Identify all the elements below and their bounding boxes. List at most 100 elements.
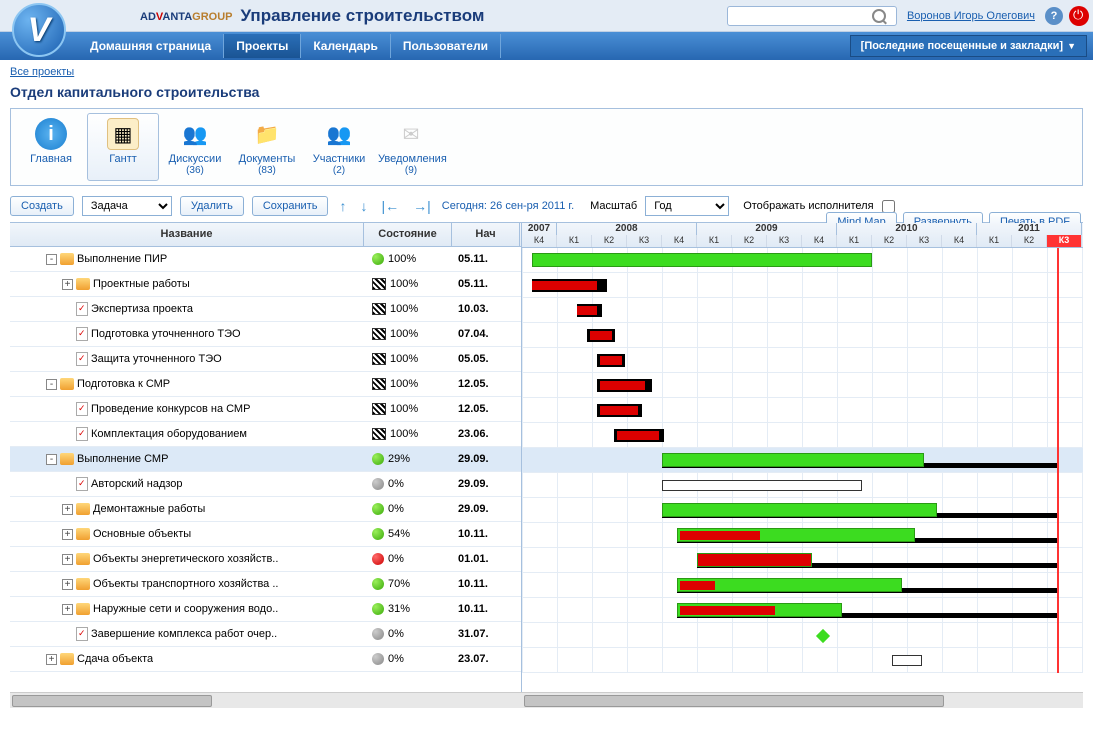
quarter-header: К3 bbox=[767, 235, 802, 247]
toggle-icon[interactable]: + bbox=[62, 529, 73, 540]
task-name: Наружные сети и сооружения водо.. bbox=[93, 603, 278, 615]
year-header: 2011 bbox=[977, 223, 1082, 235]
toggle-icon[interactable]: + bbox=[62, 579, 73, 590]
task-row[interactable]: +Объекты энергетического хозяйств.. 0% 0… bbox=[10, 547, 521, 572]
col-state[interactable]: Состояние bbox=[364, 223, 452, 246]
toggle-icon[interactable]: + bbox=[62, 554, 73, 565]
task-row[interactable]: Подготовка уточненного ТЭО 100% 07.04. bbox=[10, 322, 521, 347]
toggle-icon[interactable]: + bbox=[46, 654, 57, 665]
task-row[interactable]: -Подготовка к СМР 100% 12.05. bbox=[10, 372, 521, 397]
search-icon[interactable] bbox=[872, 9, 886, 23]
gantt-row[interactable] bbox=[522, 548, 1083, 573]
col-name[interactable]: Название bbox=[10, 223, 364, 246]
gantt-bar[interactable] bbox=[697, 553, 812, 567]
save-button[interactable]: Сохранить bbox=[252, 196, 329, 216]
task-row[interactable]: Защита уточненного ТЭО 100% 05.05. bbox=[10, 347, 521, 372]
user-link[interactable]: Воронов Игорь Олегович bbox=[907, 10, 1035, 22]
quarter-header: К1 bbox=[837, 235, 872, 247]
task-row[interactable]: +Сдача объекта 0% 23.07. bbox=[10, 647, 521, 672]
toggle-icon[interactable]: + bbox=[62, 604, 73, 615]
tab-gantt[interactable]: ▦ Гантт bbox=[87, 113, 159, 181]
move-down-icon[interactable]: ↓ bbox=[357, 198, 370, 214]
app-logo[interactable]: V bbox=[12, 3, 66, 57]
gantt-milestone[interactable] bbox=[816, 629, 830, 643]
left-scrollbar[interactable] bbox=[10, 692, 522, 708]
toggle-icon[interactable]: + bbox=[62, 504, 73, 515]
document-icon bbox=[76, 352, 88, 366]
tab-members[interactable]: 👥 Участники (2) bbox=[303, 113, 375, 181]
gantt-row[interactable] bbox=[522, 573, 1083, 598]
nav-home[interactable]: Домашняя страница bbox=[78, 34, 224, 58]
gantt-row[interactable] bbox=[522, 373, 1083, 398]
gantt-row[interactable] bbox=[522, 473, 1083, 498]
gantt-row[interactable] bbox=[522, 648, 1083, 673]
gantt-progress bbox=[532, 281, 597, 290]
nav-calendar[interactable]: Календарь bbox=[301, 34, 391, 58]
nav-users[interactable]: Пользователи bbox=[391, 34, 501, 58]
gantt-row[interactable] bbox=[522, 273, 1083, 298]
gantt-row[interactable] bbox=[522, 398, 1083, 423]
gantt-row[interactable] bbox=[522, 423, 1083, 448]
task-row[interactable]: Завершение комплекса работ очер.. 0% 31.… bbox=[10, 622, 521, 647]
gantt-bar[interactable] bbox=[662, 453, 924, 467]
gantt-bar[interactable] bbox=[532, 253, 872, 267]
task-row[interactable]: Экспертиза проекта 100% 10.03. bbox=[10, 297, 521, 322]
move-up-icon[interactable]: ↑ bbox=[336, 198, 349, 214]
gantt-bar[interactable] bbox=[892, 655, 922, 666]
tab-notifications[interactable]: ✉ Уведомления (9) bbox=[375, 113, 447, 181]
task-row[interactable]: -Выполнение СМР 29% 29.09. bbox=[10, 447, 521, 472]
nav-projects[interactable]: Проекты bbox=[224, 34, 301, 58]
gantt-row[interactable] bbox=[522, 498, 1083, 523]
search-input[interactable] bbox=[732, 10, 872, 22]
task-row[interactable]: +Основные объекты 54% 10.11. bbox=[10, 522, 521, 547]
today-label[interactable]: Сегодня: 26 сен-ря 2011 г. bbox=[442, 200, 574, 212]
gantt-row[interactable] bbox=[522, 523, 1083, 548]
toggle-icon[interactable]: + bbox=[62, 279, 73, 290]
outdent-icon[interactable]: |← bbox=[378, 198, 402, 214]
search-box[interactable] bbox=[727, 6, 897, 26]
breadcrumb[interactable]: Все проекты bbox=[10, 66, 74, 78]
gantt-row[interactable] bbox=[522, 323, 1083, 348]
task-row[interactable]: +Наружные сети и сооружения водо.. 31% 1… bbox=[10, 597, 521, 622]
status-bullet bbox=[372, 628, 384, 640]
gantt-progress bbox=[617, 431, 659, 440]
task-row[interactable]: Комплектация оборудованием 100% 23.06. bbox=[10, 422, 521, 447]
gantt-bar[interactable] bbox=[662, 503, 937, 517]
gantt-row[interactable] bbox=[522, 448, 1083, 473]
delete-button[interactable]: Удалить bbox=[180, 196, 244, 216]
quarter-header: К3 bbox=[1047, 235, 1082, 247]
gantt-row[interactable] bbox=[522, 348, 1083, 373]
tab-main[interactable]: i Главная bbox=[15, 113, 87, 181]
task-row[interactable]: +Объекты транспортного хозяйства .. 70% … bbox=[10, 572, 521, 597]
gantt-row[interactable] bbox=[522, 248, 1083, 273]
toggle-icon[interactable]: - bbox=[46, 454, 57, 465]
task-row[interactable]: +Проектные работы 100% 05.11. bbox=[10, 272, 521, 297]
status-bullet bbox=[372, 578, 384, 590]
col-start[interactable]: Нач bbox=[452, 223, 520, 246]
start-date: 10.11. bbox=[452, 578, 520, 590]
task-row[interactable]: -Выполнение ПИР 100% 05.11. bbox=[10, 247, 521, 272]
task-row[interactable]: Авторский надзор 0% 29.09. bbox=[10, 472, 521, 497]
create-button[interactable]: Создать bbox=[10, 196, 74, 216]
nav-bookmarks[interactable]: [Последние посещенные и закладки]▼ bbox=[850, 35, 1087, 57]
create-type-select[interactable]: Задача bbox=[82, 196, 172, 216]
task-row[interactable]: +Демонтажные работы 0% 29.09. bbox=[10, 497, 521, 522]
quarter-header: К4 bbox=[522, 235, 557, 247]
task-row[interactable]: Проведение конкурсов на СМР 100% 12.05. bbox=[10, 397, 521, 422]
gantt-row[interactable] bbox=[522, 298, 1083, 323]
today-line bbox=[1057, 248, 1059, 673]
gantt-row[interactable] bbox=[522, 598, 1083, 623]
toggle-icon[interactable]: - bbox=[46, 254, 57, 265]
logout-icon[interactable] bbox=[1069, 6, 1089, 26]
toggle-icon[interactable]: - bbox=[46, 379, 57, 390]
gantt-row[interactable] bbox=[522, 623, 1083, 648]
scale-select[interactable]: Год bbox=[645, 196, 729, 216]
gantt-pane[interactable]: 20072008200920102011 К4К1К2К3К4К1К2К3К4К… bbox=[522, 223, 1083, 692]
gantt-bar[interactable] bbox=[662, 480, 862, 491]
right-scrollbar[interactable] bbox=[522, 692, 1083, 708]
performer-checkbox[interactable] bbox=[882, 200, 895, 213]
tab-discussions[interactable]: 👥 Дискуссии (36) bbox=[159, 113, 231, 181]
help-icon[interactable]: ? bbox=[1045, 7, 1063, 25]
indent-icon[interactable]: →| bbox=[410, 198, 434, 214]
tab-documents[interactable]: 📁 Документы (83) bbox=[231, 113, 303, 181]
